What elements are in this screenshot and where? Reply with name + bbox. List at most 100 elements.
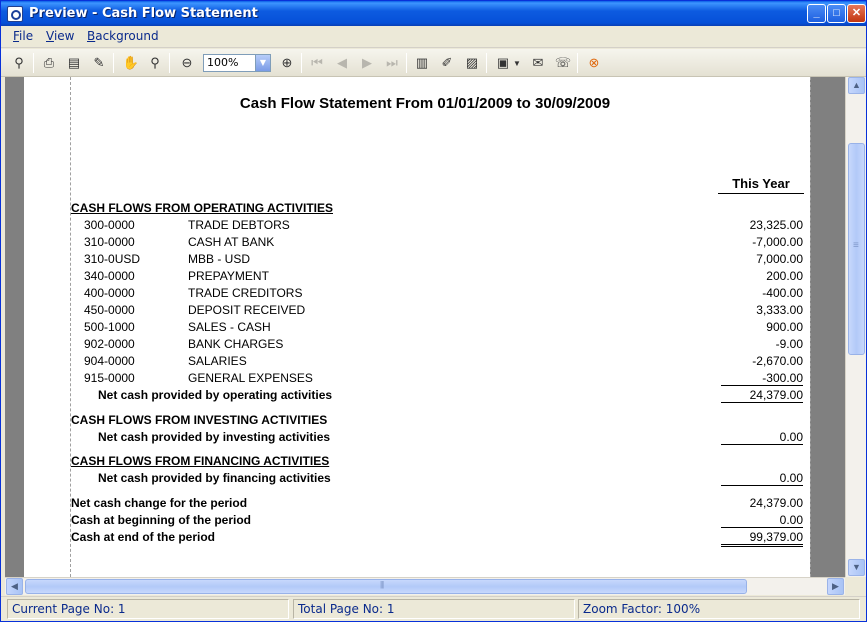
account-amount: -400.00 [762,286,803,300]
summary-amount: 24,379.00 [749,496,803,510]
account-code: 310-0000 [84,235,135,249]
account-name: GENERAL EXPENSES [188,371,313,385]
investing-total-label: Net cash provided by investing activitie… [98,430,331,444]
menu-file[interactable]: File [13,29,33,43]
scroll-up-icon[interactable]: ▲ [848,77,865,94]
account-amount: 3,333.00 [756,303,803,317]
menu-view-mnemonic: V [46,29,54,43]
save-as-dropdown-icon[interactable]: ▼ [512,53,522,73]
report-title: Cash Flow Statement From 01/01/2009 to 3… [239,95,611,112]
zoom-dropdown-arrow-icon[interactable]: ▼ [255,55,270,71]
email-icon[interactable]: ✉ [528,53,548,73]
toolbar-separator [169,53,170,73]
financing-total-amount: 0.00 [721,471,803,486]
toolbar-separator [406,53,407,73]
export-icon[interactable]: ✎ [89,53,109,73]
status-bar: Current Page No: 1 Total Page No: 1 Zoom… [1,596,866,621]
menu-background-mnemonic: B [87,29,96,43]
scroll-left-icon[interactable]: ◀ [6,578,23,595]
scrollbar-corner [845,577,866,595]
account-amount: -9.00 [775,337,803,351]
account-code: 915-0000 [84,371,135,385]
first-page-icon[interactable]: ⏮ [307,53,327,73]
account-code: 400-0000 [84,286,135,300]
preview-app-icon [7,6,23,22]
toolbar-separator [486,53,487,73]
investing-total-amount: 0.00 [721,430,803,445]
column-header-this-year: This Year [718,176,804,194]
summary-label: Net cash change for the period [71,496,248,510]
document-viewport[interactable]: Cash Flow Statement From 01/01/2009 to 3… [5,77,845,577]
account-code: 500-1000 [84,320,135,334]
account-name: BANK CHARGES [188,337,284,351]
zoom-value: 100% [207,56,239,69]
zoom-select[interactable]: 100% ▼ [203,54,271,72]
summary-label: Cash at beginning of the period [71,513,251,527]
toolbar-separator [301,53,302,73]
toolbar-separator [33,53,34,73]
vertical-scrollbar[interactable]: ▲ ▼ [845,77,866,577]
next-page-icon[interactable]: ▶ [357,53,377,73]
zoom-in-icon[interactable]: ⊕ [277,53,297,73]
horizontal-scrollbar[interactable]: ◀ ▶ [5,577,845,595]
maximize-button[interactable]: □ [827,4,846,23]
menu-background[interactable]: Background [87,29,159,43]
account-amount: 900.00 [766,320,803,334]
account-name: TRADE CREDITORS [188,286,303,300]
account-name: TRADE DEBTORS [188,218,290,232]
financing-total-label: Net cash provided by financing activitie… [98,471,331,485]
window-title: Preview - Cash Flow Statement [29,6,258,21]
close-button[interactable]: ✕ [847,4,866,23]
account-code: 450-0000 [84,303,135,317]
page-setup-icon[interactable]: ▥ [412,53,432,73]
operating-total-label: Net cash provided by operating activitie… [98,388,333,402]
print-icon[interactable]: ▤ [64,53,84,73]
account-code: 340-0000 [84,269,135,283]
hand-pan-icon[interactable]: ✋ [121,53,141,73]
right-margin-guide [810,77,811,577]
summary-amount: 0.00 [721,513,803,528]
operating-heading: CASH FLOWS FROM OPERATING ACTIVITIES [71,201,333,215]
account-amount: 23,325.00 [749,218,803,232]
vertical-scroll-thumb[interactable] [848,143,865,355]
menu-background-label: ackground [95,29,159,43]
last-page-icon[interactable]: ⏭ [382,53,402,73]
menu-view-label: iew [53,29,75,43]
status-current-page: Current Page No: 1 [7,599,289,619]
fax-icon[interactable]: ☏ [553,53,573,73]
financing-heading: CASH FLOWS FROM FINANCING ACTIVITIES [71,454,330,468]
account-name: MBB - USD [188,252,251,266]
account-code: 310-0USD [84,252,141,266]
account-name: PREPAYMENT [188,269,269,283]
account-amount: -7,000.00 [752,235,803,249]
account-code: 902-0000 [84,337,135,351]
toolbar: ⚲ ⎙ ▤ ✎ ✋ ⚲ ⊖ ⊕ ⏮ ◀ ▶ ⏭ ▥ ✐ ▨ ▣ ▼ ✉ ☏ ⊗ [1,49,866,77]
find-icon[interactable]: ⚲ [9,53,29,73]
title-bar[interactable]: Preview - Cash Flow Statement _ □ ✕ [1,1,866,26]
operating-total-amount: 24,379.00 [721,388,803,403]
watermark-icon[interactable]: ▨ [462,53,482,73]
header-footer-icon[interactable]: ✐ [437,53,457,73]
magnifier-icon[interactable]: ⚲ [145,53,165,73]
exit-icon[interactable]: ⊗ [584,53,604,73]
account-name: DEPOSIT RECEIVED [188,303,306,317]
status-total-page: Total Page No: 1 [293,599,575,619]
scroll-right-icon[interactable]: ▶ [827,578,844,595]
investing-heading: CASH FLOWS FROM INVESTING ACTIVITIES [71,413,328,427]
account-amount: 200.00 [766,269,803,283]
account-code: 300-0000 [84,218,135,232]
minimize-button[interactable]: _ [807,4,826,23]
menu-view[interactable]: View [46,29,74,43]
save-as-icon[interactable]: ▣ [493,53,513,73]
summary-label: Cash at end of the period [71,530,216,544]
horizontal-scroll-thumb[interactable] [25,579,747,594]
account-name: SALARIES [188,354,247,368]
preview-window: Preview - Cash Flow Statement _ □ ✕ File… [0,0,867,622]
print-setup-icon[interactable]: ⎙ [39,53,59,73]
account-name: CASH AT BANK [188,235,275,249]
zoom-out-icon[interactable]: ⊖ [177,53,197,73]
account-name: SALES - CASH [188,320,271,334]
account-amount: 7,000.00 [756,252,803,266]
previous-page-icon[interactable]: ◀ [332,53,352,73]
scroll-down-icon[interactable]: ▼ [848,559,865,576]
